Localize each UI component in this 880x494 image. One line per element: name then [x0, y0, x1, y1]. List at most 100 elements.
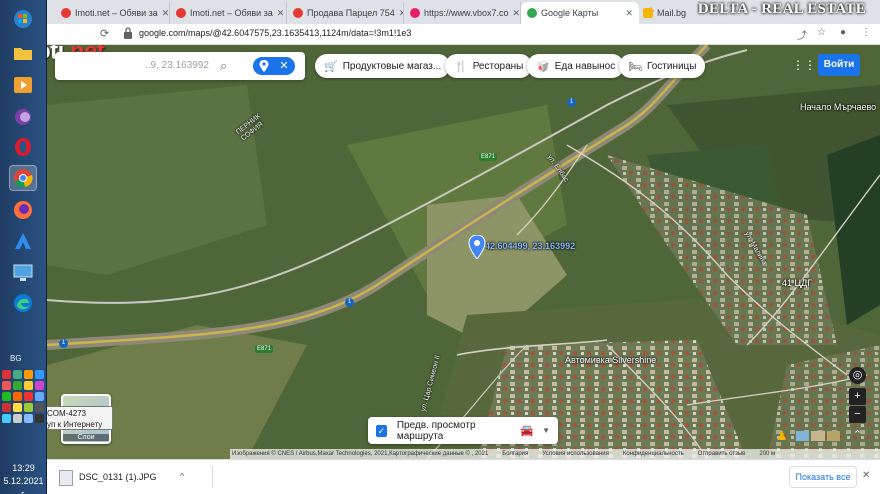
clear-search-button[interactable]: ✕: [273, 57, 295, 75]
start-button[interactable]: [9, 6, 37, 32]
tab-mailbg[interactable]: Mail.bg: [637, 2, 697, 24]
downloads-bar: DSC_0131 (1).JPG ^ Показать все ✕: [47, 459, 880, 494]
map-footer: Изображения © CNES / Airbus,Maxar Techno…: [230, 449, 880, 459]
divider: [212, 466, 213, 488]
edge-icon[interactable]: [9, 290, 37, 316]
address-bar[interactable]: google.com/maps/@42.6047575,23.1635413,1…: [139, 28, 411, 38]
imoti-favicon-icon: [61, 8, 71, 18]
location-pin-icon: [259, 60, 269, 72]
tab-close-icon[interactable]: ✕: [395, 8, 403, 19]
folder-icon[interactable]: [9, 40, 37, 66]
tab-close-icon[interactable]: ✕: [509, 8, 520, 19]
search-box[interactable]: ..9, 23.163992 ⌕ ✕: [55, 52, 305, 80]
chip-restaurants[interactable]: 🍴 Рестораны: [445, 54, 533, 78]
highway-shield: 1: [59, 339, 68, 348]
directions-pin-button[interactable]: [253, 57, 273, 75]
tab-strip: Imoti.net – Обяви за ✕ Imoti.net – Обяви…: [47, 0, 880, 24]
feedback-link[interactable]: Отправить отзыв: [698, 449, 746, 459]
tab-parcel[interactable]: Продава Парцел 754 ✕: [287, 2, 404, 24]
region-link[interactable]: Болгария: [502, 449, 528, 459]
profile-avatar-icon[interactable]: ●: [840, 27, 846, 38]
close-icon[interactable]: ✕: [862, 470, 870, 481]
chip-label: Рестораны: [472, 60, 524, 72]
vbox7-favicon-icon: [410, 8, 420, 18]
search-query[interactable]: ..9, 23.163992: [145, 60, 209, 71]
reload-icon[interactable]: ⟳: [100, 27, 109, 40]
system-clock[interactable]: 13:29 5.12.2021 г.: [0, 462, 47, 494]
satellite-map[interactable]: imoti.net ..9, 23.163992 ⌕ ✕ 🛒Продуктовы…: [47, 45, 880, 459]
tooltip-line: COM-4273: [47, 409, 87, 418]
car-icon: 🚘: [520, 425, 535, 437]
bed-icon: 🛏: [628, 60, 642, 73]
chip-label: Продуктовые магаз...: [342, 60, 442, 72]
opera-icon[interactable]: [9, 134, 37, 160]
bookmark-star-icon[interactable]: ☆: [817, 27, 826, 38]
privacy-link[interactable]: Конфиденциальность: [623, 449, 684, 459]
remote-desktop-icon[interactable]: [9, 260, 37, 286]
eclipse-icon[interactable]: [9, 104, 37, 130]
highway-shield: 1: [345, 298, 354, 307]
imoti-favicon-icon: [293, 8, 303, 18]
route-preview-button[interactable]: ✓ Предв. просмотр маршрута 🚘 ▼: [368, 417, 558, 444]
google-maps-favicon-icon: [527, 8, 537, 18]
media-player-icon[interactable]: [9, 72, 37, 98]
search-icon[interactable]: ⌕: [220, 58, 227, 74]
tab-title: Google Карты: [541, 8, 599, 18]
chevron-up-icon[interactable]: ^: [180, 471, 184, 481]
tab-imoti-2[interactable]: Imoti.net – Обяви за ✕: [170, 2, 287, 24]
show-all-button[interactable]: Показать все: [789, 466, 857, 488]
terms-link[interactable]: Условия использования: [542, 449, 609, 459]
zoom-out-button[interactable]: −: [849, 406, 866, 423]
pin-coordinates-label[interactable]: 42.604499, 23.163992: [485, 241, 575, 251]
takeout-icon: 🥡: [536, 60, 550, 73]
location-pin-icon[interactable]: [468, 235, 486, 259]
carwash-label[interactable]: Автомивка Silvershine: [565, 355, 656, 365]
sign-in-button[interactable]: Войти: [818, 54, 860, 76]
download-filename[interactable]: DSC_0131 (1).JPG: [79, 472, 157, 482]
clock-time: 13:29: [12, 463, 35, 473]
tab-close-icon[interactable]: ✕: [273, 8, 285, 19]
zoom-in-button[interactable]: +: [849, 388, 866, 405]
cart-icon: 🛒: [324, 60, 338, 73]
firefox-icon[interactable]: [9, 197, 37, 223]
checkbox-icon[interactable]: ✓: [376, 424, 387, 437]
lock-icon[interactable]: [123, 27, 133, 39]
chip-groceries[interactable]: 🛒 Продуктовые магаз...: [315, 54, 451, 78]
tab-vbox7[interactable]: https://www.vbox7.co ✕: [404, 2, 521, 24]
my-location-button[interactable]: ◎: [849, 367, 866, 384]
tab-title: Продава Парцел 754: [307, 8, 395, 18]
chip-label: Гостиницы: [646, 60, 697, 72]
expand-icon[interactable]: ⌃: [849, 427, 866, 444]
clock-date: 5.12.2021 г.: [3, 476, 44, 494]
route-preview-label: Предв. просмотр маршрута: [396, 419, 476, 442]
tab-close-icon[interactable]: ✕: [621, 8, 633, 19]
fork-knife-icon: 🍴: [454, 60, 468, 73]
tooltip-line: уп к Интернету: [47, 420, 103, 429]
tab-title: Imoti.net – Обяви за: [75, 8, 158, 18]
layers-label: Слои: [63, 434, 109, 441]
chevron-down-icon[interactable]: ▼: [542, 426, 550, 435]
arrow-app-icon[interactable]: [9, 228, 37, 254]
highway-shield: E871: [479, 153, 498, 161]
system-tray: [2, 370, 46, 423]
language-indicator[interactable]: BG: [10, 354, 22, 363]
highway-shield: E871: [255, 345, 274, 353]
chrome-icon[interactable]: [9, 165, 37, 191]
file-icon[interactable]: [59, 470, 73, 486]
chip-label: Еда навынос: [554, 60, 616, 72]
windows-taskbar: BG 13:29 5.12.2021 г.: [0, 0, 47, 494]
chip-takeout[interactable]: 🥡 Еда навынос: [527, 54, 625, 78]
scale-label[interactable]: 200 м: [759, 449, 775, 459]
kindergarten-label[interactable]: 41 ЦДГ: [782, 278, 812, 288]
imoti-favicon-icon: [176, 8, 186, 18]
highway-shield: 1: [567, 98, 576, 107]
imagery-thumbs[interactable]: [796, 431, 840, 441]
tab-google-maps[interactable]: Google Карты ✕: [521, 2, 639, 24]
tab-imoti-1[interactable]: Imoti.net – Обяви за ✕: [55, 2, 170, 24]
chip-hotels[interactable]: 🛏 Гостиницы: [619, 54, 706, 78]
village-label[interactable]: Начало Мърчаево: [800, 102, 876, 112]
tab-close-icon[interactable]: ✕: [158, 8, 169, 19]
menu-dots-icon[interactable]: ⋮: [861, 27, 871, 38]
share-icon[interactable]: ⤴: [797, 27, 807, 42]
pegman-icon[interactable]: ♟: [776, 428, 788, 444]
